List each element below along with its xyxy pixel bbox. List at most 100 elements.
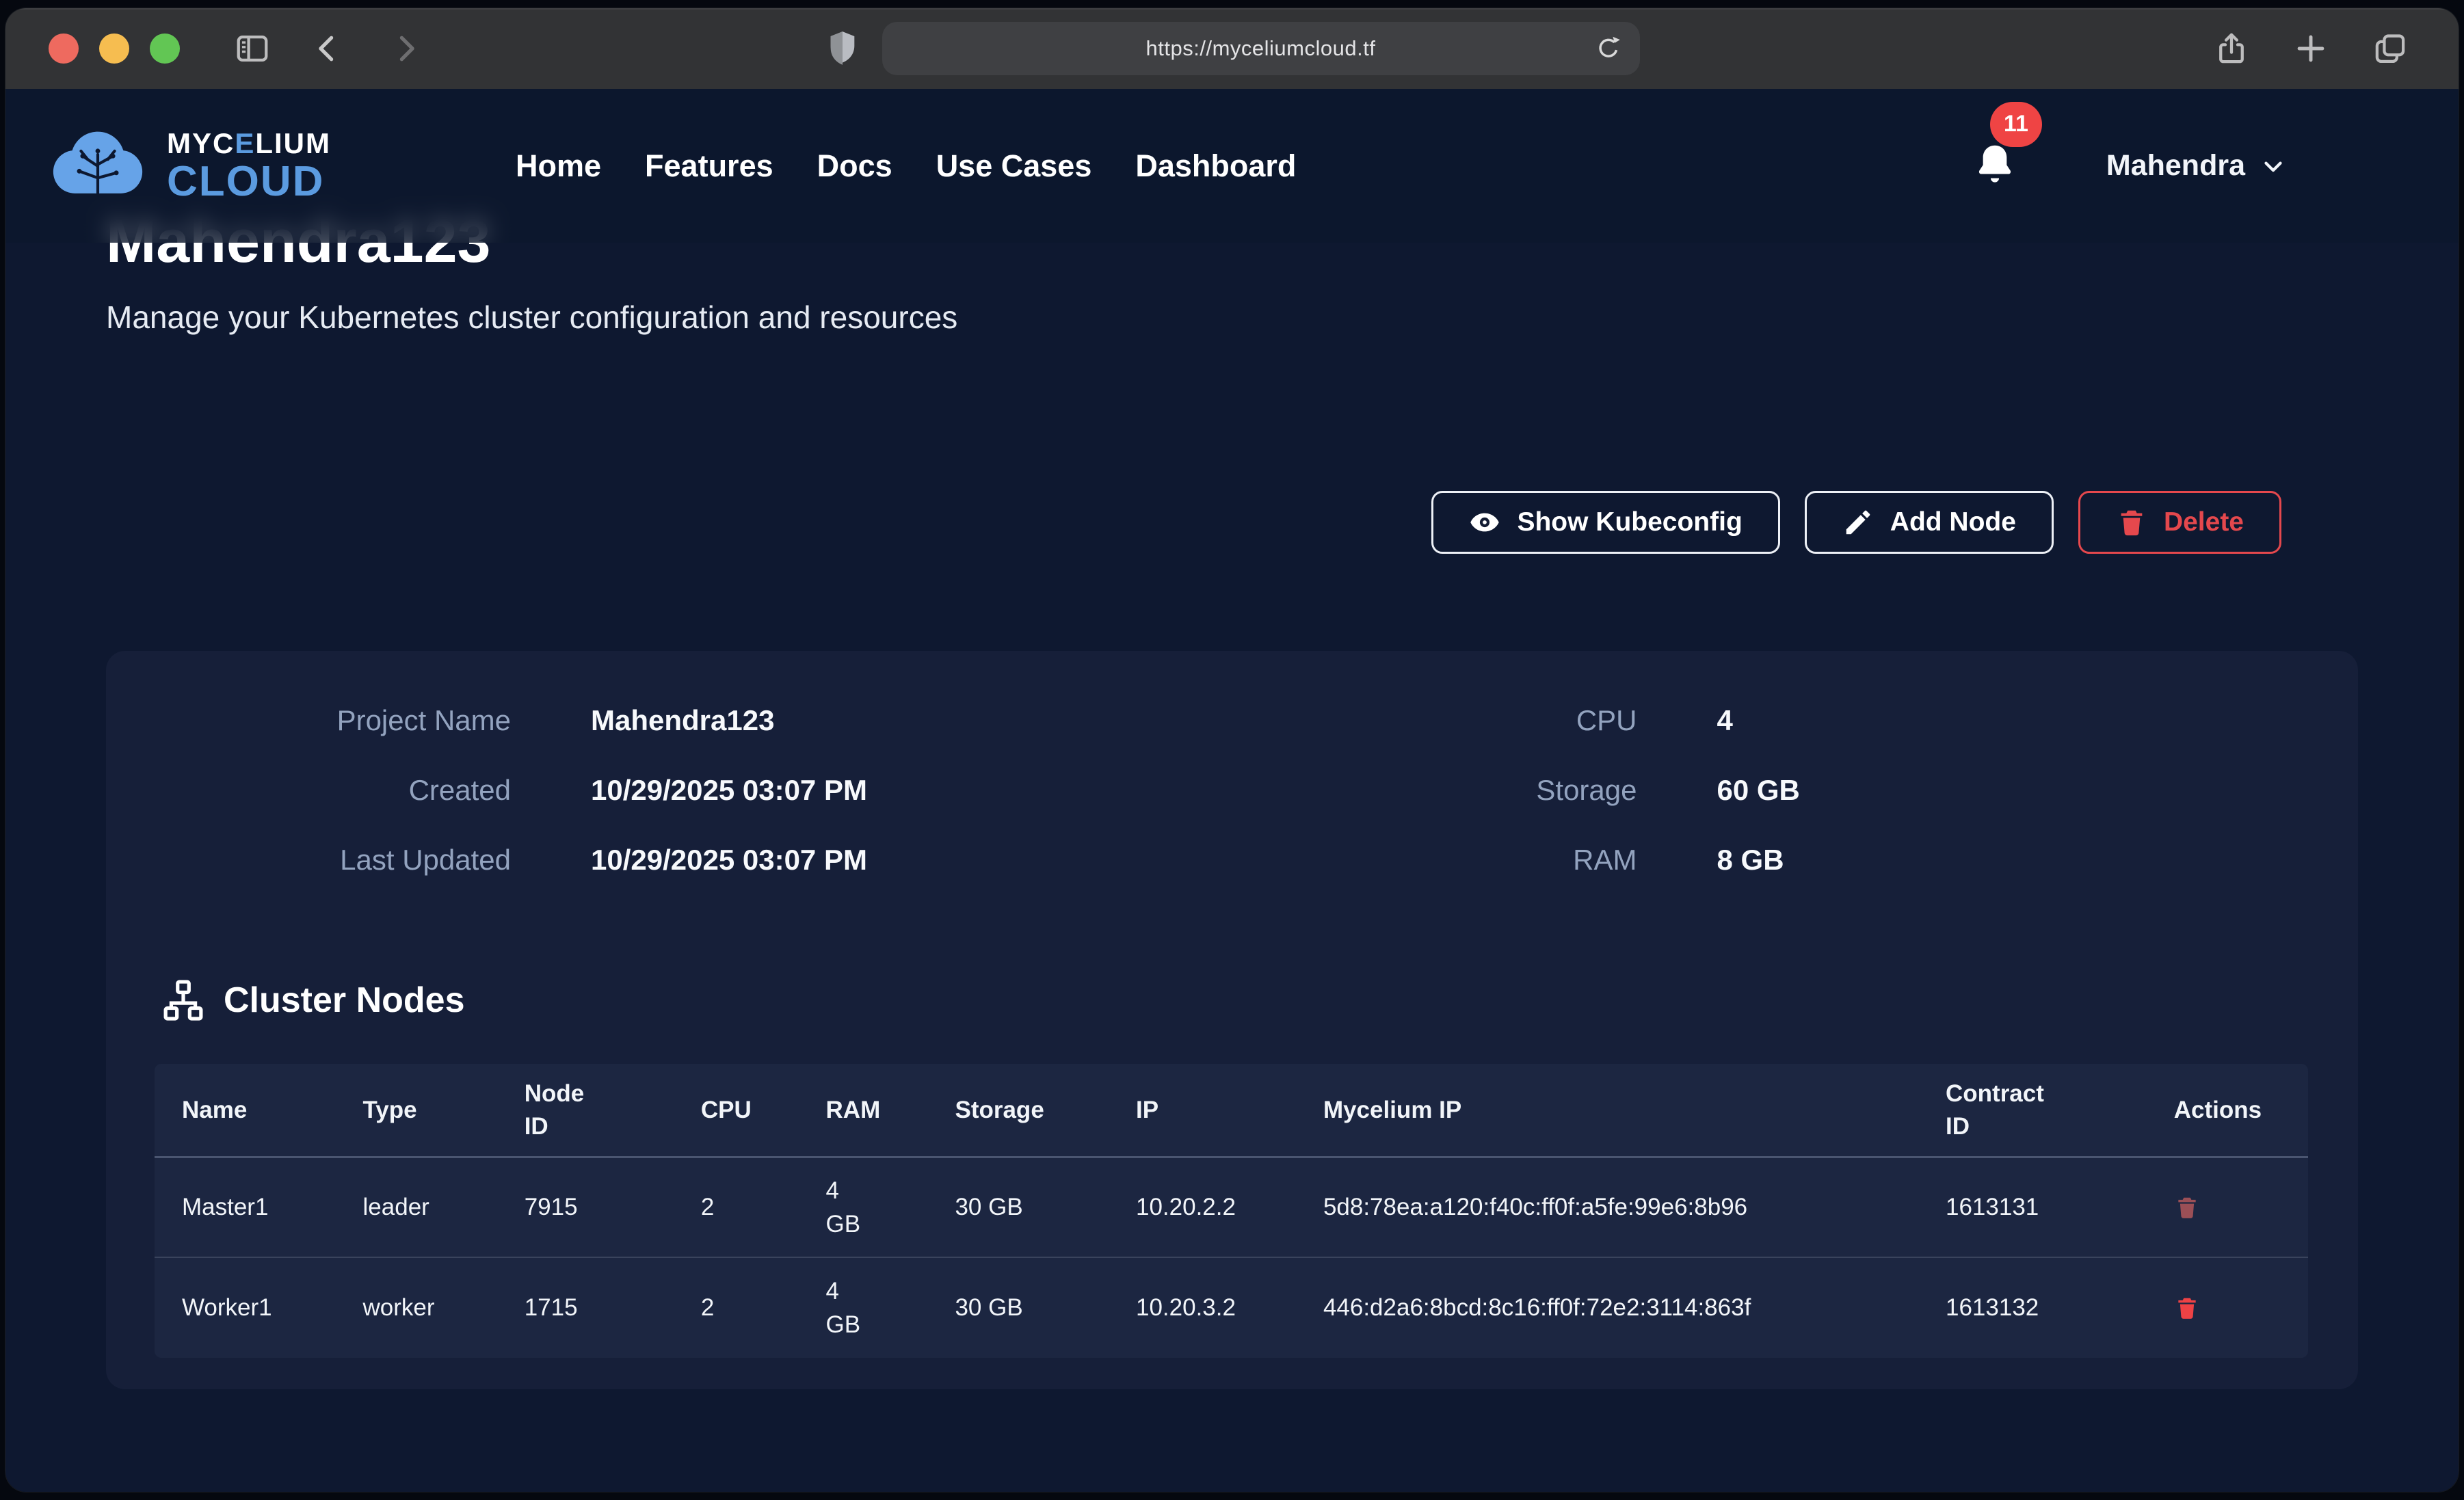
page-subtitle: Manage your Kubernetes cluster configura… bbox=[106, 299, 2358, 336]
zoom-button[interactable] bbox=[150, 34, 180, 64]
delete-cluster-button[interactable]: Delete bbox=[2078, 491, 2281, 554]
cell-cpu: 2 bbox=[674, 1257, 799, 1358]
nav-link-dashboard[interactable]: Dashboard bbox=[1135, 148, 1296, 183]
info-value: 4 bbox=[1717, 704, 2359, 737]
col-actions: Actions bbox=[2147, 1064, 2308, 1157]
cluster-info-grid: Project Name Mahendra123 Created 10/29/2… bbox=[106, 704, 2358, 876]
address-bar[interactable]: https://myceliumcloud.tf bbox=[882, 22, 1640, 75]
nav-links: Home Features Docs Use Cases Dashboard bbox=[516, 148, 1296, 184]
eye-icon bbox=[1469, 507, 1500, 538]
user-menu[interactable]: Mahendra bbox=[2106, 149, 2288, 183]
sidebar-toggle-icon bbox=[234, 30, 271, 67]
cell-mycelium-ip: 446:d2a6:8bcd:8c16:ff0f:72e2:3114:863f bbox=[1296, 1257, 1918, 1358]
col-mycelium-ip: Mycelium IP bbox=[1296, 1064, 1918, 1157]
site-navbar: MYCELIUM CLOUD Home Features Docs Use Ca… bbox=[5, 89, 2459, 243]
cell-ip: 10.20.2.2 bbox=[1109, 1157, 1296, 1257]
info-value: 10/29/2025 03:07 PM bbox=[591, 774, 1232, 807]
cell-mycelium-ip: 5d8:78ea:a120:f40c:ff0f:a5fe:99e6:8b96 bbox=[1296, 1157, 1918, 1257]
logo-text: MYCELIUM CLOUD bbox=[167, 129, 331, 203]
bell-icon bbox=[1972, 142, 2017, 191]
nav-link-docs[interactable]: Docs bbox=[817, 148, 892, 183]
add-node-label: Add Node bbox=[1890, 507, 2016, 537]
cell-actions bbox=[2147, 1157, 2308, 1257]
privacy-shield-icon[interactable] bbox=[825, 28, 860, 69]
user-name: Mahendra bbox=[2106, 149, 2245, 183]
cell-type: worker bbox=[336, 1257, 497, 1358]
forward-button[interactable] bbox=[378, 21, 433, 76]
cluster-actions-row: Show Kubeconfig Add Node Delete bbox=[106, 491, 2358, 554]
cluster-details-card: Project Name Mahendra123 Created 10/29/2… bbox=[106, 651, 2358, 1389]
share-button[interactable] bbox=[2204, 21, 2259, 76]
col-ip: IP bbox=[1109, 1064, 1296, 1157]
cell-name: Worker1 bbox=[155, 1257, 336, 1358]
network-icon bbox=[161, 978, 206, 1023]
forward-icon bbox=[387, 30, 424, 67]
back-icon bbox=[309, 30, 346, 67]
browser-window: https://myceliumcloud.tf Mahendra123 Man… bbox=[5, 8, 2459, 1492]
section-title: Cluster Nodes bbox=[224, 980, 465, 1021]
cell-storage: 30 GB bbox=[927, 1157, 1109, 1257]
new-tab-icon bbox=[2292, 30, 2329, 67]
info-value: 8 GB bbox=[1717, 844, 2359, 876]
col-ram: RAM bbox=[799, 1064, 928, 1157]
refresh-icon bbox=[1593, 34, 1624, 64]
cell-contract-id: 1613131 bbox=[1918, 1157, 2147, 1257]
col-storage: Storage bbox=[927, 1064, 1109, 1157]
minimize-button[interactable] bbox=[99, 34, 129, 64]
nav-link-use-cases[interactable]: Use Cases bbox=[936, 148, 1092, 183]
info-label: Last Updated bbox=[106, 844, 511, 876]
close-button[interactable] bbox=[49, 34, 79, 64]
mycelium-cloud-logo-icon bbox=[44, 126, 152, 206]
sidebar-toggle-button[interactable] bbox=[225, 21, 280, 76]
show-kubeconfig-button[interactable]: Show Kubeconfig bbox=[1431, 491, 1779, 554]
cell-node-id: 1715 bbox=[497, 1257, 674, 1358]
info-label: Storage bbox=[1232, 774, 1637, 807]
cell-node-id: 7915 bbox=[497, 1157, 674, 1257]
browser-toolbar: https://myceliumcloud.tf bbox=[5, 8, 2459, 89]
info-value: Mahendra123 bbox=[591, 704, 1232, 737]
add-node-button[interactable]: Add Node bbox=[1805, 491, 2054, 554]
delete-label: Delete bbox=[2164, 507, 2244, 537]
trash-icon bbox=[2174, 1193, 2200, 1222]
delete-node-button[interactable] bbox=[2174, 1193, 2200, 1222]
notifications-button[interactable]: 11 bbox=[1972, 142, 2017, 191]
cell-contract-id: 1613132 bbox=[1918, 1257, 2147, 1358]
col-contract-id: Contract ID bbox=[1918, 1064, 2147, 1157]
nav-link-home[interactable]: Home bbox=[516, 148, 601, 183]
info-row-created: Created 10/29/2025 03:07 PM bbox=[106, 774, 1232, 807]
url-text: https://myceliumcloud.tf bbox=[1146, 36, 1376, 61]
table-row: Master1 leader 7915 2 4 GB 30 GB 10.20.2… bbox=[155, 1157, 2308, 1257]
info-value: 10/29/2025 03:07 PM bbox=[591, 844, 1232, 876]
page-viewport: Mahendra123 Manage your Kubernetes clust… bbox=[5, 89, 2459, 1492]
info-row-storage: Storage 60 GB bbox=[1232, 774, 2359, 807]
table-header-row: Name Type Node ID CPU RAM Storage IP Myc… bbox=[155, 1064, 2308, 1157]
main-content: Mahendra123 Manage your Kubernetes clust… bbox=[5, 89, 2459, 1389]
col-node-id: Node ID bbox=[497, 1064, 674, 1157]
trash-icon bbox=[2174, 1294, 2200, 1322]
show-kubeconfig-label: Show Kubeconfig bbox=[1517, 507, 1742, 537]
cell-name: Master1 bbox=[155, 1157, 336, 1257]
trash-icon bbox=[2116, 507, 2147, 538]
info-label: RAM bbox=[1232, 844, 1637, 876]
notification-badge: 11 bbox=[1990, 102, 2042, 147]
info-row-last-updated: Last Updated 10/29/2025 03:07 PM bbox=[106, 844, 1232, 876]
pencil-icon bbox=[1842, 507, 1874, 538]
refresh-button[interactable] bbox=[1588, 28, 1629, 69]
share-icon bbox=[2213, 30, 2250, 67]
cluster-nodes-table: Name Type Node ID CPU RAM Storage IP Myc… bbox=[155, 1064, 2308, 1358]
logo[interactable]: MYCELIUM CLOUD bbox=[44, 126, 331, 206]
cell-ram: 4 GB bbox=[799, 1157, 928, 1257]
back-button[interactable] bbox=[300, 21, 355, 76]
new-tab-button[interactable] bbox=[2283, 21, 2338, 76]
cell-storage: 30 GB bbox=[927, 1257, 1109, 1358]
cell-type: leader bbox=[336, 1157, 497, 1257]
info-row-cpu: CPU 4 bbox=[1232, 704, 2359, 737]
info-label: Project Name bbox=[106, 704, 511, 737]
delete-node-button[interactable] bbox=[2174, 1294, 2200, 1322]
tab-overview-button[interactable] bbox=[2363, 21, 2417, 76]
col-type: Type bbox=[336, 1064, 497, 1157]
info-value: 60 GB bbox=[1717, 774, 2359, 807]
cell-ip: 10.20.3.2 bbox=[1109, 1257, 1296, 1358]
nav-link-features[interactable]: Features bbox=[645, 148, 773, 183]
cluster-nodes-header: Cluster Nodes bbox=[161, 978, 2358, 1023]
